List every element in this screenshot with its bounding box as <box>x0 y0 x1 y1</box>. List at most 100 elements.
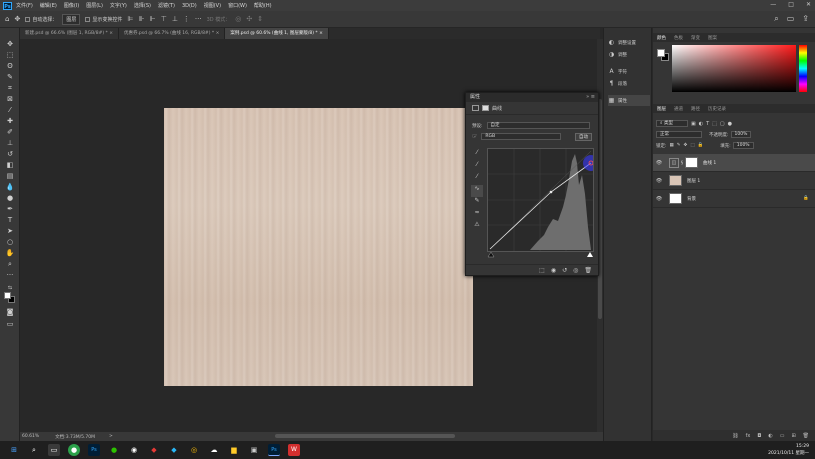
character-item[interactable]: A 字符 <box>608 66 650 77</box>
align-left-icon[interactable]: ⊫ <box>127 15 133 23</box>
close-icon[interactable]: × <box>319 31 323 36</box>
file-explorer-icon[interactable]: ▆ <box>228 444 240 456</box>
close-button[interactable]: ✕ <box>806 1 811 8</box>
clip-to-layer-icon[interactable]: ⬚ <box>539 267 545 274</box>
tab-paths[interactable]: 路径 <box>687 106 704 112</box>
menu-edit[interactable]: 编辑(E) <box>40 2 57 9</box>
link-layers-icon[interactable]: ⛓ <box>732 433 738 439</box>
curve-point-tool-icon[interactable]: ∿ <box>471 185 483 197</box>
tab-layers[interactable]: 图层 <box>653 106 670 112</box>
align-middle-icon[interactable]: ⊥ <box>172 15 178 23</box>
menu-layer[interactable]: 图层(L) <box>86 2 103 9</box>
menu-file[interactable]: 文件(F) <box>16 2 33 9</box>
close-icon[interactable]: × <box>109 31 113 36</box>
search-icon[interactable]: ⌕ <box>28 444 40 456</box>
tab-swatches[interactable]: 色板 <box>670 35 687 41</box>
white-point-eyedropper-icon[interactable]: ⁄ <box>471 173 483 185</box>
menu-select[interactable]: 选择(S) <box>134 2 151 9</box>
close-icon[interactable]: × <box>216 31 220 36</box>
more-tools-icon[interactable]: ··· <box>5 271 15 279</box>
dodge-icon[interactable]: ● <box>5 194 15 202</box>
channel-dropdown[interactable]: RGB <box>481 133 562 140</box>
adjustments-item[interactable]: ◑ 调整 <box>608 49 650 60</box>
path-select-icon[interactable]: ➤ <box>5 227 15 235</box>
hue-slider[interactable] <box>799 45 807 92</box>
properties-item[interactable]: ▦ 属性 <box>608 95 650 106</box>
black-point-eyedropper-icon[interactable]: ⁄ <box>471 149 483 161</box>
hand-icon[interactable]: ✋ <box>5 249 15 257</box>
preset-dropdown[interactable]: 自定 <box>486 122 590 129</box>
layer-thumbnail[interactable] <box>669 193 682 204</box>
mask-icon[interactable] <box>482 105 489 111</box>
pencil-curve-icon[interactable]: ✎ <box>471 197 483 209</box>
marquee-icon[interactable]: ⬚ <box>5 51 15 59</box>
paragraph-item[interactable]: ¶ 段落 <box>608 78 650 89</box>
app-blue-icon[interactable]: ◆ <box>168 444 180 456</box>
menu-3d[interactable]: 3D(D) <box>182 3 197 9</box>
windows-start-icon[interactable]: ⊞ <box>8 444 20 456</box>
photoshop-taskbar-icon[interactable]: Ps <box>88 444 100 456</box>
kind-filter-dropdown[interactable]: ⌕ 类型 <box>656 120 688 127</box>
smooth-curve-icon[interactable]: ≈ <box>471 209 483 221</box>
wps-icon[interactable]: W <box>288 444 300 456</box>
curve-control-point[interactable] <box>549 190 553 194</box>
lock-icons[interactable]: ▦✎✥⬚🔒 <box>670 143 707 148</box>
home-icon[interactable]: ⌂ <box>5 15 9 23</box>
system-clock[interactable]: 15:29 2021/10/11 星期一 <box>768 443 809 457</box>
tab-xinjian[interactable]: 新建.psd @ 66.6% (图层 1, RGB/8#) * × <box>20 28 119 39</box>
visibility-eye-icon[interactable]: 👁 <box>653 196 665 202</box>
view-previous-icon[interactable]: ◉ <box>551 267 556 274</box>
minimize-button[interactable]: — <box>770 1 776 8</box>
align-right-icon[interactable]: ⊩ <box>150 15 156 23</box>
auto-button[interactable]: 自动 <box>575 133 592 141</box>
tab-color[interactable]: 颜色 <box>653 35 670 41</box>
layer-style-icon[interactable]: fx <box>746 433 751 439</box>
distribute-icon[interactable]: ⋮ <box>183 15 190 23</box>
horizontal-scrollbar[interactable] <box>275 434 455 438</box>
zoom-icon[interactable]: ⌕ <box>5 260 15 268</box>
fill-input[interactable]: 100% <box>732 142 754 149</box>
link-icon[interactable]: § <box>681 160 683 165</box>
gradient-icon[interactable]: ▤ <box>5 172 15 180</box>
wechat-icon[interactable]: ● <box>108 444 120 456</box>
eyedropper-icon[interactable]: ⁄ <box>5 106 15 114</box>
tab-anli[interactable]: 案例.psd @ 60.6% (曲线 1, 图层蒙版/8) * × <box>225 28 329 39</box>
opacity-input[interactable]: 100% <box>730 131 752 138</box>
screen-mode-icon[interactable]: ▭ <box>5 320 15 328</box>
clipping-warning-icon[interactable]: ⚠ <box>471 221 483 233</box>
tab-history[interactable]: 历史记录 <box>704 106 730 112</box>
target-adjust-icon[interactable]: ☞ <box>472 133 477 140</box>
photoshop-active-taskbar-icon[interactable]: Ps <box>268 444 280 456</box>
pen-icon[interactable]: ✒ <box>5 205 15 213</box>
foreground-swatch[interactable] <box>657 49 665 57</box>
brush-icon[interactable]: ✐ <box>5 128 15 136</box>
swap-colors-icon[interactable]: ⇆ <box>5 284 15 292</box>
visibility-eye-icon[interactable]: 👁 <box>653 178 665 184</box>
workspace-icon[interactable]: ▭ <box>787 14 795 24</box>
menu-filter[interactable]: 滤镜(T) <box>158 2 175 9</box>
history-brush-icon[interactable]: ↺ <box>5 150 15 158</box>
tab-youhuiquan[interactable]: 优惠券.psd @ 66.7% (曲线 16, RGB/8#) * × <box>119 28 226 39</box>
new-adjustment-icon[interactable]: ◐ <box>768 433 772 439</box>
status-menu-arrow[interactable]: > <box>109 434 113 439</box>
visibility-eye-icon[interactable]: 👁 <box>653 160 665 166</box>
layer-name[interactable]: 图层 1 <box>687 178 700 184</box>
color-picker-field[interactable] <box>672 45 796 92</box>
more-options-icon[interactable]: ··· <box>195 15 202 23</box>
show-transform-checkbox[interactable]: 显示变换控件 <box>85 16 122 23</box>
orbit-3d-icon[interactable]: ◎ <box>235 15 241 23</box>
properties-header[interactable]: 属性 » ≡ <box>466 93 598 102</box>
tab-patterns[interactable]: 图案 <box>704 35 721 41</box>
search-icon[interactable]: ⌕ <box>774 14 778 24</box>
layer-row-background[interactable]: 👁 背景 🔒 <box>653 190 815 208</box>
quick-mask-icon[interactable]: ◙ <box>5 308 15 316</box>
tab-channels[interactable]: 通道 <box>670 106 687 112</box>
app-red-icon[interactable]: ◆ <box>148 444 160 456</box>
tab-gradients[interactable]: 渐变 <box>687 35 704 41</box>
app-white-icon[interactable]: ◉ <box>128 444 140 456</box>
gray-point-eyedropper-icon[interactable]: ⁄ <box>471 161 483 173</box>
layer-name[interactable]: 背景 <box>687 196 696 202</box>
layer-row-layer1[interactable]: 👁 图层 1 <box>653 172 815 190</box>
visibility-icon[interactable]: ◎ <box>573 267 578 274</box>
task-view-icon[interactable]: ▭ <box>48 444 60 456</box>
